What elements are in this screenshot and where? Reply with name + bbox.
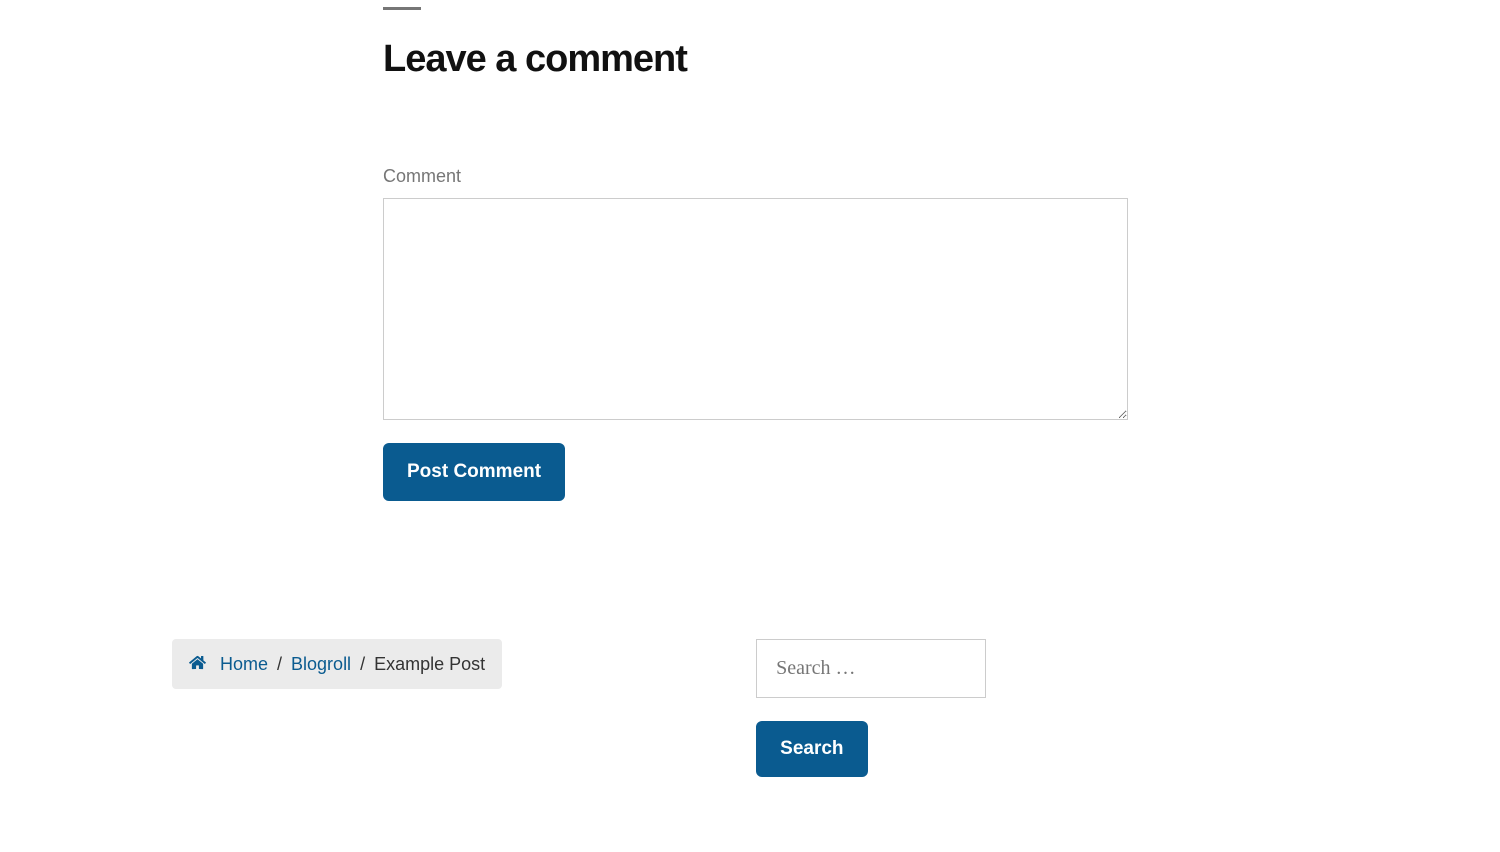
search-section: Search bbox=[756, 639, 986, 777]
breadcrumb: Home / Blogroll / Example Post bbox=[172, 639, 502, 689]
heading-divider bbox=[383, 7, 421, 10]
search-button[interactable]: Search bbox=[756, 721, 867, 777]
breadcrumb-blogroll-link[interactable]: Blogroll bbox=[291, 654, 351, 675]
leave-comment-heading: Leave a comment bbox=[383, 38, 1129, 81]
breadcrumb-home-link[interactable]: Home bbox=[220, 654, 268, 675]
post-comment-button[interactable]: Post Comment bbox=[383, 443, 565, 501]
comment-label: Comment bbox=[383, 166, 1129, 187]
search-input[interactable] bbox=[756, 639, 986, 698]
breadcrumb-current: Example Post bbox=[374, 654, 485, 675]
comment-textarea[interactable] bbox=[383, 198, 1128, 420]
home-icon[interactable] bbox=[189, 654, 206, 675]
breadcrumb-separator: / bbox=[277, 654, 282, 675]
breadcrumb-separator: / bbox=[360, 654, 365, 675]
